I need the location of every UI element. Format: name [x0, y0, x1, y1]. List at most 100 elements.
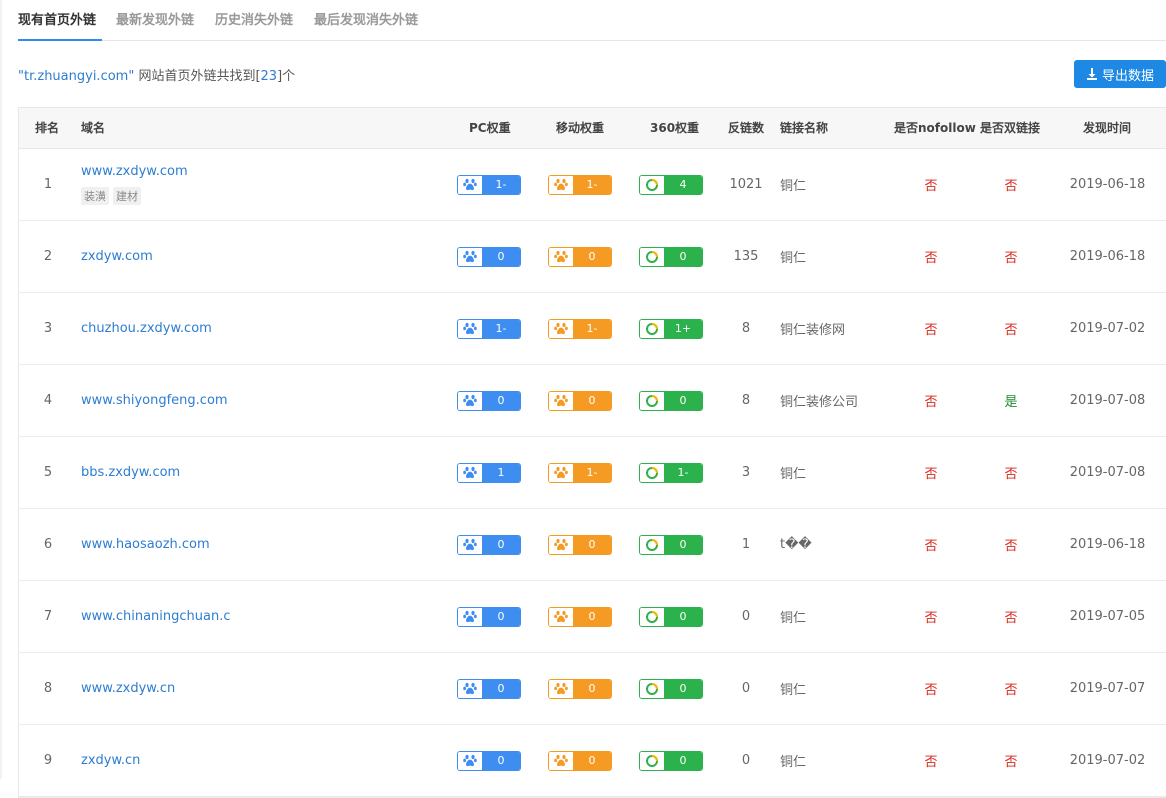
- backlinks-count: 3: [741, 465, 751, 480]
- baidu-paw-icon: [458, 607, 482, 626]
- summary-text: 网站首页外链共找到[: [134, 69, 261, 84]
- domain-cell: www.zxdyw.com 装潢 建材: [81, 149, 381, 220]
- header-backlinks: 反链数: [728, 121, 765, 135]
- found-date: 2019-07-08: [1069, 393, 1146, 408]
- backlinks-count: 8: [741, 393, 751, 408]
- s360-weight-cell: 1+: [639, 293, 703, 364]
- mobile-weight-cell: 0: [548, 653, 612, 724]
- s360-weight-badge[interactable]: 0: [639, 678, 703, 699]
- mobile-weight-badge[interactable]: 0: [548, 246, 612, 267]
- backlinks-count: 135: [733, 249, 759, 264]
- domain-link[interactable]: www.chinaningchuan.c: [81, 609, 231, 624]
- s360-weight-value: 0: [664, 607, 702, 626]
- mobile-weight-badge[interactable]: 1-: [548, 462, 612, 483]
- s360-weight-badge[interactable]: 0: [639, 606, 703, 627]
- tab-last-lost-links[interactable]: 最后发现消失外链: [314, 9, 418, 28]
- nofollow-status: 否: [924, 323, 938, 338]
- s360-weight-badge[interactable]: 0: [639, 534, 703, 555]
- domain-link[interactable]: bbs.zxdyw.com: [81, 465, 180, 480]
- pc-weight-cell: 0: [457, 221, 521, 292]
- baidu-paw-icon: [549, 319, 573, 338]
- s360-weight-cell: 0: [639, 725, 703, 796]
- found-date: 2019-06-18: [1069, 249, 1146, 264]
- s360-weight-value: 0: [664, 535, 702, 554]
- s360-weight-badge[interactable]: 0: [639, 750, 703, 771]
- table-row: 8 www.zxdyw.cn 0 0 0 0 铜仁 否 否 2019-07-07: [19, 653, 1166, 725]
- baidu-paw-icon: [549, 391, 573, 410]
- baidu-paw-icon: [549, 175, 573, 194]
- download-icon: [1086, 68, 1098, 80]
- rank-cell: 6: [43, 537, 53, 552]
- link-name: 铜仁: [780, 467, 807, 482]
- tab-current-home-links[interactable]: 现有首页外链: [18, 9, 96, 28]
- nofollow-status: 否: [924, 467, 938, 482]
- mobile-weight-badge[interactable]: 1-: [548, 318, 612, 339]
- pc-weight-badge[interactable]: 0: [457, 606, 521, 627]
- export-data-button[interactable]: 导出数据: [1074, 60, 1166, 88]
- pc-weight-badge[interactable]: 0: [457, 390, 521, 411]
- domain-link[interactable]: www.shiyongfeng.com: [81, 393, 228, 408]
- so360-ring-icon: [640, 679, 664, 698]
- pc-weight-badge[interactable]: 0: [457, 534, 521, 555]
- summary-line: "tr.zhuangyi.com" 网站首页外链共找到[23]个: [18, 65, 295, 84]
- table-row: 1 www.zxdyw.com 装潢 建材 1- 1- 4 1021 铜仁 否 否 2019-06-1…: [19, 149, 1166, 221]
- summary-count: 23: [260, 69, 278, 84]
- s360-weight-badge[interactable]: 4: [639, 174, 703, 195]
- baidu-paw-icon: [549, 463, 573, 482]
- pc-weight-badge[interactable]: 0: [457, 750, 521, 771]
- s360-weight-cell: 1-: [639, 437, 703, 508]
- backlinks-table: 排名 域名 PC权重 移动权重 360权重 反链数 链接名称 是否nofollo…: [18, 107, 1166, 798]
- mobile-weight-cell: 1-: [548, 437, 612, 508]
- pc-weight-cell: 1-: [457, 293, 521, 364]
- domain-link[interactable]: www.haosaozh.com: [81, 537, 210, 552]
- mobile-weight-badge[interactable]: 0: [548, 606, 612, 627]
- mobile-weight-badge[interactable]: 0: [548, 750, 612, 771]
- header-double-link: 是否双链接: [980, 121, 1041, 135]
- s360-weight-badge[interactable]: 0: [639, 246, 703, 267]
- pc-weight-value: 0: [482, 751, 520, 770]
- baidu-paw-icon: [458, 463, 482, 482]
- domain-link[interactable]: zxdyw.cn: [81, 753, 140, 768]
- found-date: 2019-07-02: [1069, 321, 1146, 336]
- s360-weight-badge[interactable]: 1-: [639, 462, 703, 483]
- pc-weight-badge[interactable]: 1-: [457, 174, 521, 195]
- double-link-status: 是: [1004, 395, 1018, 410]
- mobile-weight-value: 1-: [573, 463, 611, 482]
- domain-link[interactable]: zxdyw.com: [81, 249, 153, 264]
- baidu-paw-icon: [549, 535, 573, 554]
- link-name: 铜仁: [780, 755, 807, 770]
- mobile-weight-value: 0: [573, 679, 611, 698]
- domain-link[interactable]: chuzhou.zxdyw.com: [81, 321, 212, 336]
- domain-cell: zxdyw.cn: [81, 725, 381, 796]
- s360-weight-badge[interactable]: 0: [639, 390, 703, 411]
- tab-lost-links[interactable]: 历史消失外链: [215, 9, 293, 28]
- page: 现有首页外链 最新发现外链 历史消失外链 最后发现消失外链 "tr.zhuang…: [0, 0, 1166, 798]
- pc-weight-badge[interactable]: 0: [457, 246, 521, 267]
- found-date: 2019-07-05: [1069, 609, 1146, 624]
- summary-site-link[interactable]: tr.zhuangyi.com: [24, 69, 128, 84]
- so360-ring-icon: [640, 175, 664, 194]
- tab-new-links[interactable]: 最新发现外链: [116, 9, 194, 28]
- link-name: t��: [780, 537, 812, 552]
- mobile-weight-value: 0: [573, 391, 611, 410]
- s360-weight-cell: 0: [639, 581, 703, 652]
- domain-link[interactable]: www.zxdyw.cn: [81, 681, 175, 696]
- mobile-weight-value: 1-: [573, 175, 611, 194]
- table-row: 3 chuzhou.zxdyw.com 1- 1- 1+ 8 铜仁装修网 否 否 2019-07-…: [19, 293, 1166, 365]
- rank-cell: 9: [43, 753, 53, 768]
- mobile-weight-badge[interactable]: 1-: [548, 174, 612, 195]
- pc-weight-badge[interactable]: 1: [457, 462, 521, 483]
- pc-weight-badge[interactable]: 0: [457, 678, 521, 699]
- double-link-status: 否: [1004, 467, 1018, 482]
- mobile-weight-badge[interactable]: 0: [548, 678, 612, 699]
- domain-cell: www.shiyongfeng.com: [81, 365, 381, 436]
- s360-weight-badge[interactable]: 1+: [639, 318, 703, 339]
- domain-link[interactable]: www.zxdyw.com: [81, 164, 188, 179]
- mobile-weight-badge[interactable]: 0: [548, 390, 612, 411]
- double-link-status: 否: [1004, 683, 1018, 698]
- pc-weight-badge[interactable]: 1-: [457, 318, 521, 339]
- s360-weight-cell: 0: [639, 221, 703, 292]
- backlinks-count: 0: [741, 753, 751, 768]
- pc-weight-cell: 0: [457, 581, 521, 652]
- mobile-weight-badge[interactable]: 0: [548, 534, 612, 555]
